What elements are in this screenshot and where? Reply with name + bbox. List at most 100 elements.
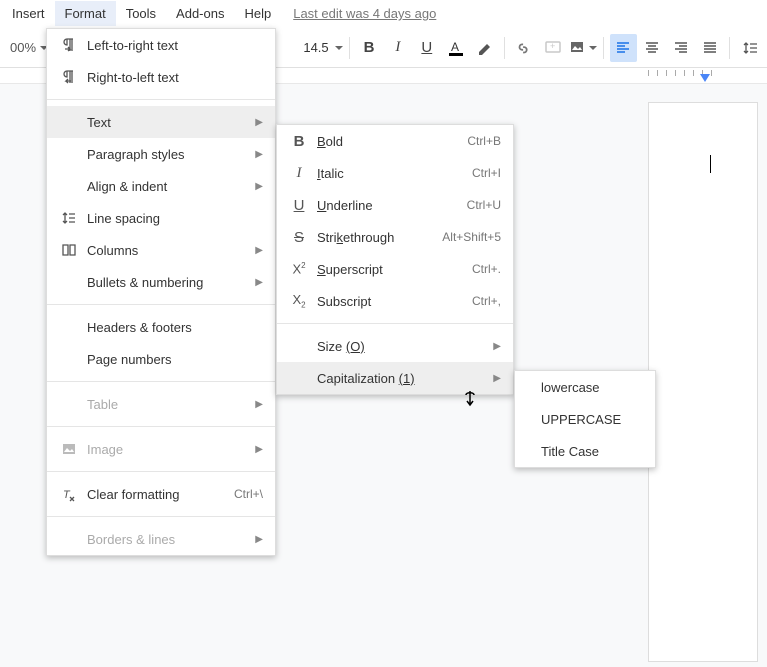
menu-label: Borders & lines: [81, 532, 255, 547]
bold-icon: B: [287, 133, 311, 150]
menu-help[interactable]: Help: [234, 1, 281, 26]
menu-label: Right-to-left text: [81, 70, 263, 85]
text-submenu: B Bold Ctrl+B I Italic Ctrl+I U Underlin…: [276, 124, 514, 395]
clear-format-icon: T: [57, 486, 81, 502]
menu-clear-formatting[interactable]: T Clear formatting Ctrl+\: [47, 478, 275, 510]
zoom-value: 00%: [10, 40, 36, 55]
submenu-arrow-icon: ▶: [255, 277, 263, 288]
submenu-arrow-icon: ▶: [255, 117, 263, 128]
bold-button[interactable]: B: [356, 34, 383, 62]
underline-icon: U: [287, 197, 311, 214]
text-color-button[interactable]: A: [442, 34, 469, 62]
line-spacing-button[interactable]: [736, 34, 763, 62]
menu-bold[interactable]: B Bold Ctrl+B: [277, 125, 513, 157]
menu-line-spacing[interactable]: Line spacing: [47, 202, 275, 234]
align-left-button[interactable]: [610, 34, 637, 62]
menu-uppercase[interactable]: UPPERCASE: [515, 403, 655, 435]
menu-label: Size (O): [311, 339, 493, 354]
align-center-button[interactable]: [639, 34, 666, 62]
menu-paragraph-styles[interactable]: Paragraph styles ▶: [47, 138, 275, 170]
menu-label: Page numbers: [81, 352, 263, 367]
divider: [47, 304, 275, 305]
menu-label: Capitalization (1): [311, 371, 493, 386]
menu-label: Bullets & numbering: [81, 275, 255, 290]
highlight-icon: [476, 39, 494, 57]
align-right-icon: [673, 40, 689, 56]
divider: [47, 471, 275, 472]
menu-size[interactable]: Size (O) ▶: [277, 330, 513, 362]
font-size-selector[interactable]: 14.5: [303, 40, 342, 55]
menu-italic[interactable]: I Italic Ctrl+I: [277, 157, 513, 189]
submenu-arrow-icon: ▶: [493, 341, 501, 352]
strikethrough-icon: S: [287, 229, 311, 246]
insert-image-button[interactable]: [569, 34, 597, 62]
menu-strikethrough[interactable]: S Strikethrough Alt+Shift+5: [277, 221, 513, 253]
menu-titlecase[interactable]: Title Case: [515, 435, 655, 467]
italic-button[interactable]: I: [384, 34, 411, 62]
menu-align-indent[interactable]: Align & indent ▶: [47, 170, 275, 202]
menu-insert[interactable]: Insert: [2, 1, 55, 26]
menu-page-numbers[interactable]: Page numbers: [47, 343, 275, 375]
menu-tools[interactable]: Tools: [116, 1, 166, 26]
menu-label: Italic: [311, 166, 472, 181]
svg-text:A: A: [451, 40, 459, 54]
menu-capitalization[interactable]: Capitalization (1) ▶: [277, 362, 513, 394]
submenu-arrow-icon: ▶: [255, 245, 263, 256]
submenu-arrow-icon: ▶: [255, 399, 263, 410]
menu-bullets-numbering[interactable]: Bullets & numbering ▶: [47, 266, 275, 298]
menu-rtl[interactable]: Right-to-left text: [47, 61, 275, 93]
font-size-value: 14.5: [303, 40, 328, 55]
divider: [47, 99, 275, 100]
menu-lowercase[interactable]: lowercase: [515, 371, 655, 403]
submenu-arrow-icon: ▶: [255, 534, 263, 545]
separator: [729, 37, 730, 59]
last-edit-link[interactable]: Last edit was 4 days ago: [293, 6, 436, 21]
menu-label: Line spacing: [81, 211, 263, 226]
shortcut: Alt+Shift+5: [442, 230, 501, 244]
caret-down-icon: [589, 46, 597, 50]
svg-text:+: +: [550, 41, 555, 51]
submenu-arrow-icon: ▶: [255, 149, 263, 160]
align-center-icon: [644, 40, 660, 56]
menu-headers-footers[interactable]: Headers & footers: [47, 311, 275, 343]
menu-superscript[interactable]: X2 Superscript Ctrl+.: [277, 253, 513, 285]
separator: [603, 37, 604, 59]
divider: [47, 381, 275, 382]
link-button[interactable]: [511, 34, 538, 62]
italic-icon: I: [287, 165, 311, 182]
menu-ltr[interactable]: Left-to-right text: [47, 29, 275, 61]
menu-label: Title Case: [525, 444, 643, 459]
line-spacing-icon: [742, 40, 758, 56]
caret-down-icon: [335, 46, 343, 50]
line-spacing-icon: [57, 210, 81, 226]
menu-image: Image ▶: [47, 433, 275, 465]
menu-format[interactable]: Format: [55, 1, 116, 26]
menu-underline[interactable]: U Underline Ctrl+U: [277, 189, 513, 221]
shortcut: Ctrl+B: [467, 134, 501, 148]
align-right-button[interactable]: [667, 34, 694, 62]
underline-button[interactable]: U: [413, 34, 440, 62]
menu-addons[interactable]: Add-ons: [166, 1, 234, 26]
document-page[interactable]: [648, 102, 758, 662]
capitalization-submenu: lowercase UPPERCASE Title Case: [514, 370, 656, 468]
indent-marker[interactable]: [700, 74, 710, 82]
comment-icon: +: [544, 39, 562, 57]
submenu-arrow-icon: ▶: [255, 181, 263, 192]
menu-label: Columns: [81, 243, 255, 258]
svg-text:T: T: [63, 489, 71, 501]
menu-label: Underline: [311, 198, 467, 213]
menu-label: UPPERCASE: [525, 412, 643, 427]
submenu-arrow-icon: ▶: [255, 444, 263, 455]
shortcut: Ctrl+,: [472, 294, 501, 308]
menu-text[interactable]: Text ▶: [47, 106, 275, 138]
comment-button[interactable]: +: [540, 34, 567, 62]
link-icon: [515, 39, 533, 57]
shortcut: Ctrl+\: [234, 487, 263, 501]
align-justify-button[interactable]: [696, 34, 723, 62]
highlight-button[interactable]: [471, 34, 498, 62]
menu-label: Paragraph styles: [81, 147, 255, 162]
menu-label: Subscript: [311, 294, 472, 309]
menu-columns[interactable]: Columns ▶: [47, 234, 275, 266]
menu-subscript[interactable]: X2 Subscript Ctrl+,: [277, 285, 513, 317]
align-left-icon: [615, 40, 631, 56]
